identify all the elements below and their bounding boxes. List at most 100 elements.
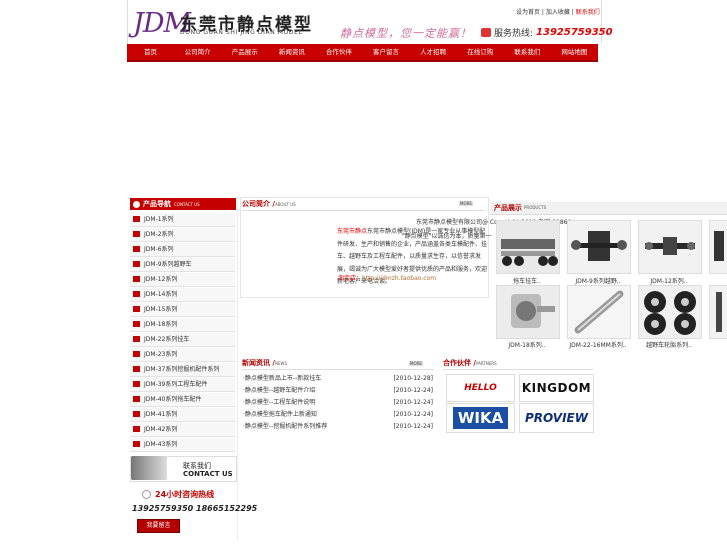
partner-logo-hello[interactable]: HELLO [446,374,515,402]
products-title-en: PRODUCTS [524,205,547,210]
news-item-title[interactable]: ·静点模型新品上市--新款挂车 [243,373,321,385]
product-caption[interactable]: JDM-18系列.. [492,340,562,349]
nav-item-home[interactable]: 首页 [127,44,174,60]
tires-image [639,286,701,338]
partners-title-en: PARTNERS [476,361,497,366]
sidebar-item[interactable]: JDM-14系列 [130,288,235,302]
company-name[interactable]: 东莞市静点 [337,228,367,235]
product-image[interactable] [638,285,702,339]
product-caption[interactable]: 拖车挂车.. [492,276,562,285]
shop-link[interactable]: http://jdmzh.taobao.com [362,275,436,282]
bullet-icon [133,215,140,222]
nav-item-contact[interactable]: 联系我们 [504,44,551,60]
product-caption[interactable]: JDM-12系列.. [634,276,704,285]
news-item[interactable]: ·静点模型--工程车配件说明 [2010-12-24] [243,397,433,409]
news-item-date: [2010-12-28] [393,375,433,382]
sidebar-item-label: JDM-22系列挂车 [144,336,190,343]
sidebar-item[interactable]: JDM-18系列 [130,318,235,332]
news-item[interactable]: ·静点模型新品上市--新款挂车 [2010-12-28] [243,373,433,385]
sidebar-item-label: JDM-23系列 [144,351,178,358]
news-item[interactable]: ·静点模型--挖掘机配件系列推荐 [2010-12-24] [243,421,433,433]
news-item-title[interactable]: ·静点模型--工程车配件说明 [243,397,315,409]
nav-item-about[interactable]: 公司简介 [174,44,221,60]
nav-item-partners[interactable]: 合作伙伴 [315,44,362,60]
bullet-icon [133,335,140,342]
bullet-icon [133,275,140,282]
news-more-button[interactable]: MORE [409,361,423,366]
sidebar-item-label: JDM-1系列 [144,216,174,223]
nav-item-order[interactable]: 在线订购 [457,44,504,60]
news-item-title[interactable]: ·静点模型拖车配件上新通知 [243,409,317,421]
sidebar-item[interactable]: JDM-40系列拖车配件 [130,393,235,407]
sidebar-item[interactable]: JDM-39系列工程车配件 [130,378,235,392]
partner-logo-text: KINGDOM [521,381,592,395]
sidebar-item[interactable]: JDM-6系列 [130,243,235,257]
sidebar-item-label: JDM-39系列工程车配件 [144,381,208,388]
partners-title: 合作伙伴 [443,359,471,367]
sidebar-item[interactable]: JDM-15系列 [130,303,235,317]
news-item-title[interactable]: ·静点模型--挖掘机配件系列推荐 [243,421,327,433]
bullet-icon [133,365,140,372]
news-item[interactable]: ·静点模型拖车配件上新通知 [2010-12-24] [243,409,433,421]
sidebar-item[interactable]: JDM-37系列挖掘机配件系列 [130,363,235,377]
sidebar-item[interactable]: JDM-22系列挂车 [130,333,235,347]
header-hotline: 服务热线: 13925759350 [481,26,613,39]
product-image[interactable] [496,285,560,339]
top-link-contact[interactable]: 联系我们 [576,9,600,16]
news-title-en: NEWS [275,361,288,366]
sidebar-item[interactable]: JDM-1系列 [130,213,235,227]
main-nav: 首页 公司简介 产品展示 新闻资讯 合作伙伴 客户留言 人才招聘 在线订购 联系… [127,44,598,62]
news-item-date: [2010-12-24] [393,423,433,430]
bullet-icon [133,410,140,417]
nav-item-sitemap[interactable]: 网站地图 [551,44,598,60]
product-image[interactable] [709,220,727,274]
product-caption[interactable]: 越野车轮胎系列.. [634,340,704,349]
bullet-icon [133,245,140,252]
bullet-icon [133,305,140,312]
about-more-button[interactable]: MORE [459,201,473,206]
nav-item-news[interactable]: 新闻资讯 [268,44,315,60]
product-caption[interactable]: JDM-9系列越野.. [563,276,633,285]
top-link-favorite[interactable]: 加入收藏 [546,9,570,16]
gearbox-image [497,286,559,338]
partner-logo-proview[interactable]: PROVIEW [519,403,594,433]
sidebar-item-label: JDM-37系列挖掘机配件系列 [144,366,220,373]
sidebar-item[interactable]: JDM-2系列 [130,228,235,242]
sidebar-item[interactable]: JDM-43系列 [130,438,235,452]
nav-item-message[interactable]: 客户留言 [362,44,409,60]
partners-heading: 合作伙伴 /PARTNERS [443,358,593,370]
sidebar-item[interactable]: JDM-23系列 [130,348,235,362]
sidebar-item[interactable]: JDM-41系列 [130,408,235,422]
hotline-title-text: 24小时咨询热线 [155,490,215,499]
axle-image [639,221,701,273]
partner-logo-kingdom[interactable]: KINGDOM [519,374,594,402]
nav-item-jobs[interactable]: 人才招聘 [410,44,457,60]
product-image[interactable] [496,220,560,274]
part-image [710,286,727,338]
product-image[interactable] [567,285,631,339]
bullet-icon [133,320,140,327]
product-image[interactable] [638,220,702,274]
sidebar-item[interactable]: JDM-12系列 [130,273,235,287]
news-item-title[interactable]: ·静点模型--越野车配件介绍 [243,385,315,397]
trailer-image [497,221,559,273]
sidebar-item[interactable]: JDM-9系列越野车 [130,258,235,272]
news-item-date: [2010-12-24] [393,387,433,394]
about-tagline: "静点模型"以诚信为本，质量第一 [402,233,492,240]
sidebar-item-label: JDM-18系列 [144,321,178,328]
message-button[interactable]: 我要留言 [137,519,180,533]
sidebar-item-label: JDM-41系列 [144,411,178,418]
hotline-title: 24小时咨询热线 [142,489,214,500]
product-image[interactable] [709,285,727,339]
about-heading: 公司简介 /ABOUT US [242,199,485,211]
product-image[interactable] [567,220,631,274]
partner-logo-wika[interactable]: WIKA [446,403,515,433]
news-item[interactable]: ·静点模型--越野车配件介绍 [2010-12-24] [243,385,433,397]
about-shop: 淘宝店：http://jdmzh.taobao.com [338,273,436,282]
partner-logo-text: WIKA [452,407,509,429]
top-link-home[interactable]: 设为首页 [516,9,540,16]
product-caption[interactable]: JDM-22-16MM系列.. [563,340,633,349]
news-heading: 新闻资讯 /NEWS [242,358,434,370]
nav-item-products[interactable]: 产品展示 [221,44,268,60]
sidebar-item[interactable]: JDM-42系列 [130,423,235,437]
